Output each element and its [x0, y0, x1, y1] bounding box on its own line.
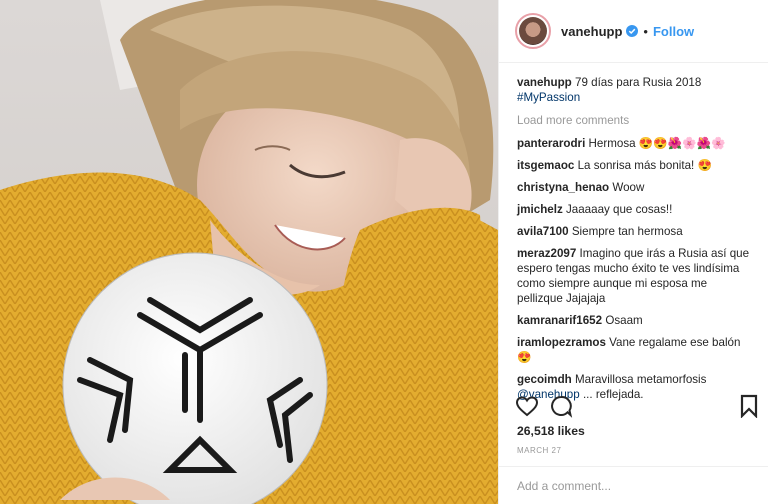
comment-username[interactable]: kamranarif1652 [517, 314, 602, 327]
comment: jmichelz Jaaaaay que cosas!! [517, 202, 752, 217]
comment-username[interactable]: panterarodri [517, 137, 585, 150]
comment-username[interactable]: christyna_henao [517, 181, 609, 194]
comments-list: vanehupp 79 días para Rusia 2018 #MyPass… [499, 63, 768, 402]
comment-username[interactable]: gecoimdh [517, 373, 572, 386]
instagram-post: vanehupp • Follow vanehupp 79 días para … [0, 0, 768, 504]
caption: vanehupp 79 días para Rusia 2018 #MyPass… [517, 75, 752, 105]
post-header: vanehupp • Follow [499, 0, 768, 63]
comment: itsgemaoc La sonrisa más bonita! 😍 [517, 158, 752, 173]
action-bar [515, 394, 761, 418]
comment-username[interactable]: itsgemaoc [517, 159, 574, 172]
verified-badge-icon [626, 25, 639, 37]
profile-avatar[interactable] [515, 13, 551, 49]
comment: panterarodri Hermosa 😍😍🌺🌸🌺🌸 [517, 136, 752, 151]
comment: christyna_henao Woow [517, 180, 752, 195]
comment-username[interactable]: jmichelz [517, 203, 563, 216]
comment: kamranarif1652 Osaam [517, 313, 752, 328]
comment: meraz2097 Imagino que irás a Rusia así q… [517, 246, 752, 306]
bookmark-icon[interactable] [739, 394, 759, 418]
caption-text: 79 días para Rusia 2018 [575, 76, 702, 89]
comment: avila7100 Siempre tan hermosa [517, 224, 752, 239]
comment-text: Siempre tan hermosa [571, 225, 683, 238]
header-separator: • [643, 23, 648, 39]
comment: iramlopezramos Vane regalame ese balón 😍 [517, 335, 752, 365]
post-photo[interactable] [0, 0, 498, 504]
heart-icon[interactable] [515, 394, 539, 418]
comment-text: Osaam [605, 314, 643, 327]
likes-count[interactable]: 26,518 likes [517, 424, 585, 438]
post-date[interactable]: MARCH 27 [517, 446, 561, 455]
caption-hashtag[interactable]: #MyPassion [517, 91, 580, 104]
comment-username[interactable]: meraz2097 [517, 247, 576, 260]
follow-button[interactable]: Follow [653, 24, 694, 39]
comment-text: Jaaaaay que cosas!! [565, 203, 673, 216]
comment-text: La sonrisa más bonita! 😍 [577, 159, 712, 172]
caption-username[interactable]: vanehupp [517, 76, 572, 89]
add-comment-input[interactable]: Add a comment... [499, 466, 768, 504]
post-side-panel: vanehupp • Follow vanehupp 79 días para … [498, 0, 768, 504]
header-username[interactable]: vanehupp [561, 24, 622, 39]
comment-icon[interactable] [549, 394, 573, 418]
comment-text: Maravillosa metamorfosis [575, 373, 707, 386]
comment-username[interactable]: avila7100 [517, 225, 569, 238]
comment-text: Hermosa 😍😍🌺🌸🌺🌸 [588, 137, 726, 150]
photo-illustration [0, 0, 498, 504]
load-more-comments[interactable]: Load more comments [517, 113, 752, 128]
comment-text: Woow [612, 181, 645, 194]
comment-username[interactable]: iramlopezramos [517, 336, 606, 349]
